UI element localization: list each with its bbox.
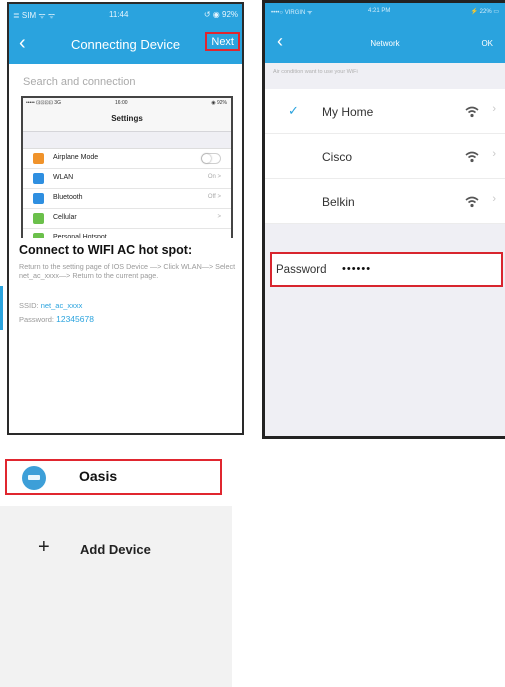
status-carrier: ≣ SIM ᯤ ᯤ bbox=[13, 11, 56, 20]
add-device-button[interactable]: Add Device bbox=[80, 542, 151, 557]
illustration-settings-row: Bluetooth Off > bbox=[23, 189, 231, 209]
illustration-settings-row: Airplane Mode bbox=[23, 149, 231, 169]
illustration-row-value: > bbox=[217, 214, 221, 220]
illustration-settings-row: Personal Hotspot bbox=[23, 229, 231, 238]
password-value[interactable]: •••••• bbox=[342, 263, 371, 275]
network-name: My Home bbox=[322, 105, 374, 119]
page-title: Network bbox=[370, 39, 400, 48]
bluetooth-icon bbox=[33, 193, 44, 204]
device-list-panel: Oasis + Add Device bbox=[0, 448, 232, 687]
status-battery: ⚡ 22% ▭ bbox=[470, 9, 499, 15]
network-row[interactable]: Cisco › bbox=[265, 134, 505, 179]
illustration-row-label: Airplane Mode bbox=[53, 154, 99, 161]
instructions-text: Return to the setting page of IOS Device… bbox=[19, 262, 236, 281]
status-time: 4:21 PM bbox=[368, 8, 391, 14]
illustration-status-bar: ••••• ⊡⊡⊡⊡ 3G 16:00 ◉ 92% bbox=[23, 98, 231, 108]
illustration-row-label: Cellular bbox=[53, 214, 77, 221]
status-bar: ••••○ VIRGIN ᯤ 4:21 PM ⚡ 22% ▭ bbox=[265, 3, 505, 19]
wifi-hint: Air condition want to use your WiFi bbox=[273, 69, 358, 75]
network-list: ✓ My Home › Cisco › Belkin › bbox=[265, 89, 505, 224]
network-row[interactable]: ✓ My Home › bbox=[265, 89, 505, 134]
section-label: Search and connection bbox=[23, 76, 136, 88]
air-conditioner-icon bbox=[22, 466, 46, 490]
cellular-icon bbox=[33, 213, 44, 224]
illustration-row-label: Bluetooth bbox=[53, 194, 83, 201]
chevron-right-icon: › bbox=[492, 103, 496, 115]
ssid-value: net_ac_xxxx bbox=[40, 301, 83, 310]
connect-heading: Connect to WIFI AC hot spot: bbox=[19, 243, 193, 257]
toggle-switch bbox=[201, 153, 221, 164]
network-screen: ••••○ VIRGIN ᯤ 4:21 PM ⚡ 22% ▭ ‹ Network… bbox=[262, 0, 505, 439]
illustration-battery: ◉ 92% bbox=[211, 100, 227, 106]
network-row[interactable]: Belkin › bbox=[265, 179, 505, 224]
illustration-settings-row: WLAN On > bbox=[23, 169, 231, 189]
chevron-right-icon: › bbox=[492, 193, 496, 205]
wifi-signal-icon bbox=[465, 150, 479, 163]
network-name: Cisco bbox=[322, 150, 353, 164]
password-label: Password bbox=[276, 264, 327, 276]
illustration-row-value: Off > bbox=[207, 194, 221, 200]
password-label: Password: bbox=[19, 315, 55, 324]
hotspot-icon bbox=[33, 233, 44, 238]
ok-button[interactable]: OK bbox=[481, 39, 493, 48]
illustration-settings-row: Cellular > bbox=[23, 209, 231, 229]
device-name: Oasis bbox=[79, 468, 118, 484]
status-bar: ≣ SIM ᯤ ᯤ 11:44 ↺ ◉ 92% bbox=[9, 4, 242, 26]
wifi-signal-icon bbox=[465, 105, 479, 118]
airplane-icon bbox=[33, 153, 44, 164]
status-carrier: ••••○ VIRGIN ᯤ bbox=[271, 10, 313, 16]
illustration-row-label: WLAN bbox=[53, 174, 74, 181]
nav-bar: ‹ Network OK bbox=[265, 19, 505, 63]
network-name: Belkin bbox=[322, 195, 355, 209]
illustration-title: Settings bbox=[23, 108, 231, 132]
device-row[interactable]: Oasis bbox=[0, 448, 232, 506]
password-line: Password: 12345678 bbox=[19, 314, 94, 324]
password-value: 12345678 bbox=[56, 314, 94, 324]
settings-illustration: ••••• ⊡⊡⊡⊡ 3G 16:00 ◉ 92% Settings Airpl… bbox=[21, 96, 233, 238]
password-field[interactable]: Password •••••• bbox=[270, 252, 503, 287]
next-button[interactable]: Next bbox=[205, 32, 240, 51]
connecting-device-screen: ≣ SIM ᯤ ᯤ 11:44 ↺ ◉ 92% ‹ Connecting Dev… bbox=[7, 2, 244, 435]
checkmark-icon: ✓ bbox=[288, 103, 299, 118]
illustration-row-label: Personal Hotspot bbox=[53, 234, 107, 238]
ssid-line: SSID: net_ac_xxxx bbox=[19, 301, 82, 310]
wifi-icon bbox=[33, 173, 44, 184]
illustration-carrier: ••••• ⊡⊡⊡⊡ 3G bbox=[26, 100, 61, 106]
illustration-row-value: On > bbox=[207, 174, 221, 180]
illustration-settings-list: Airplane Mode WLAN On > Bluetooth Off > Cellu… bbox=[23, 148, 231, 238]
nav-bar: ‹ Connecting Device Next bbox=[9, 26, 242, 64]
side-accent-bar bbox=[0, 286, 3, 330]
status-battery: ↺ ◉ 92% bbox=[203, 10, 238, 19]
illustration-time: 16:00 bbox=[115, 100, 128, 106]
wifi-signal-icon bbox=[465, 195, 479, 208]
status-time: 11:44 bbox=[109, 10, 129, 19]
chevron-right-icon: › bbox=[492, 148, 496, 160]
plus-icon[interactable]: + bbox=[38, 536, 50, 559]
ssid-label: SSID: bbox=[19, 301, 39, 310]
